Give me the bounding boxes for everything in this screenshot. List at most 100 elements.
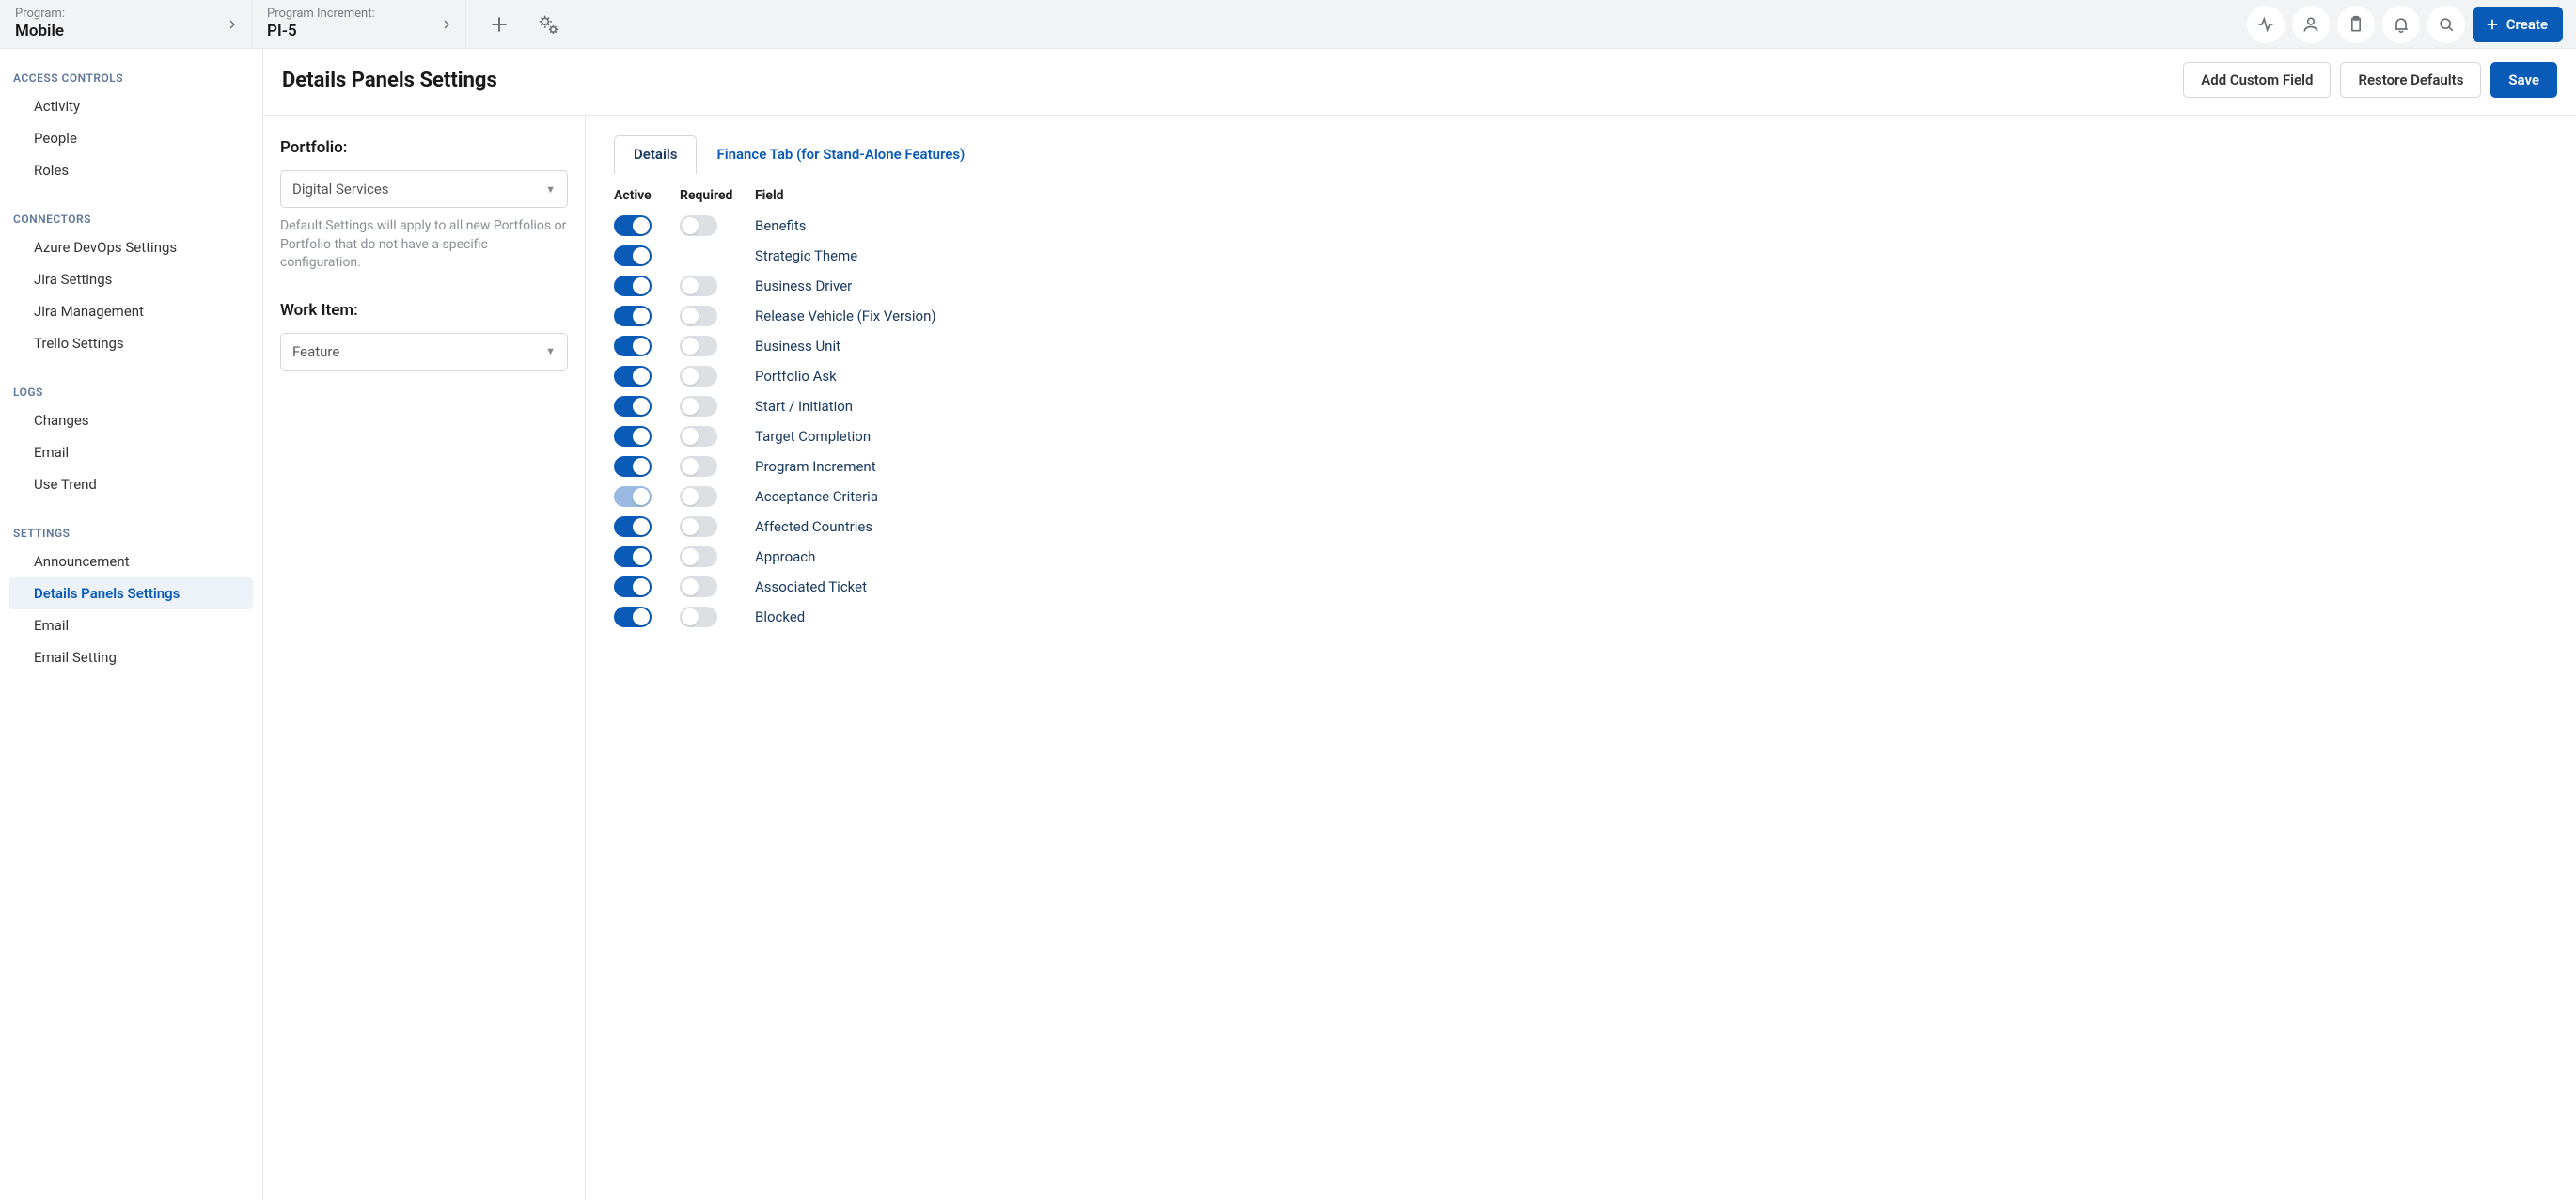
breadcrumb-program-value: Mobile — [15, 21, 65, 41]
breadcrumb-pi-value: PI-5 — [267, 21, 375, 41]
sidebar-item[interactable]: Email Setting — [9, 641, 253, 673]
toggle[interactable] — [680, 336, 717, 356]
field-name: Benefits — [755, 217, 2548, 234]
toggle[interactable] — [614, 607, 652, 627]
sidebar-item[interactable]: Trello Settings — [9, 327, 253, 359]
sidebar-item[interactable]: Changes — [9, 404, 253, 436]
toggle[interactable] — [614, 245, 652, 266]
workitem-select-value: Feature — [292, 343, 339, 360]
sidebar-group-title: CONNECTORS — [0, 203, 262, 231]
toggle[interactable] — [614, 366, 652, 387]
sidebar-item[interactable]: Announcement — [9, 545, 253, 577]
tab[interactable]: Finance Tab (for Stand-Alone Features) — [697, 135, 984, 174]
toggle[interactable] — [680, 576, 717, 597]
field-name: Associated Ticket — [755, 578, 2548, 595]
sidebar-item[interactable]: Azure DevOps Settings — [9, 231, 253, 263]
sidebar-item[interactable]: Jira Management — [9, 295, 253, 327]
field-name: Approach — [755, 548, 2548, 565]
field-row: Portfolio Ask — [614, 361, 2548, 391]
sidebar-item[interactable]: Roles — [9, 154, 253, 186]
breadcrumb-program[interactable]: Program: Mobile — [0, 0, 252, 48]
field-name: Affected Countries — [755, 518, 2548, 535]
toggle — [614, 486, 652, 507]
sidebar-item[interactable]: People — [9, 122, 253, 154]
portfolio-help-text: Default Settings will apply to all new P… — [280, 217, 568, 273]
tab[interactable]: Details — [614, 135, 697, 174]
create-button-label: Create — [2506, 16, 2548, 33]
toggle[interactable] — [614, 306, 652, 326]
breadcrumb-program-label: Program: — [15, 7, 65, 22]
field-header: Active Required Field — [614, 182, 2548, 211]
sidebar: ACCESS CONTROLSActivityPeopleRolesCONNEC… — [0, 49, 263, 1200]
field-row: Benefits — [614, 211, 2548, 241]
toggle[interactable] — [680, 546, 717, 567]
field-row: Start / Initiation — [614, 391, 2548, 421]
restore-defaults-button[interactable]: Restore Defaults — [2340, 62, 2481, 98]
toggle[interactable] — [614, 396, 652, 417]
field-row: Business Unit — [614, 331, 2548, 361]
column-header-required: Required — [680, 188, 755, 203]
caret-down-icon: ▼ — [545, 183, 556, 196]
toggle[interactable] — [614, 276, 652, 296]
portfolio-select-value: Digital Services — [292, 181, 389, 197]
toggle[interactable] — [614, 215, 652, 236]
toggle[interactable] — [680, 426, 717, 447]
toggle[interactable] — [680, 516, 717, 537]
sidebar-item[interactable]: Details Panels Settings — [9, 577, 253, 609]
breadcrumb-pi-label: Program Increment: — [267, 7, 375, 22]
field-rows: BenefitsStrategic ThemeBusiness DriverRe… — [614, 211, 2548, 632]
main: Details Panels Settings Add Custom Field… — [263, 49, 2576, 1200]
clipboard-icon[interactable] — [2337, 6, 2375, 43]
workitem-select[interactable]: Feature ▼ — [280, 333, 568, 371]
search-icon[interactable] — [2427, 6, 2465, 43]
toggle[interactable] — [680, 306, 717, 326]
field-row: Blocked — [614, 602, 2548, 632]
toggle[interactable] — [614, 456, 652, 477]
topbar-right: Create — [2247, 0, 2576, 48]
breadcrumb-pi[interactable]: Program Increment: PI-5 — [252, 0, 466, 48]
toggle[interactable] — [614, 576, 652, 597]
activity-icon[interactable] — [2247, 6, 2285, 43]
portfolio-label: Portfolio: — [280, 138, 568, 157]
sidebar-item[interactable]: Email — [9, 436, 253, 468]
sidebar-item[interactable]: Use Trend — [9, 468, 253, 500]
toggle[interactable] — [614, 336, 652, 356]
portfolio-select[interactable]: Digital Services ▼ — [280, 170, 568, 208]
save-button[interactable]: Save — [2490, 62, 2557, 98]
field-name: Acceptance Criteria — [755, 488, 2548, 505]
field-row: Strategic Theme — [614, 241, 2548, 271]
column-header-active: Active — [614, 188, 680, 203]
toggle[interactable] — [614, 546, 652, 567]
topbar: Program: Mobile Program Increment: PI-5 — [0, 0, 2576, 49]
chevron-right-icon — [439, 17, 454, 32]
sidebar-item[interactable]: Activity — [9, 90, 253, 122]
add-custom-field-button[interactable]: Add Custom Field — [2183, 62, 2331, 98]
sidebar-item[interactable]: Jira Settings — [9, 263, 253, 295]
plus-icon[interactable] — [485, 10, 513, 39]
toggle[interactable] — [680, 456, 717, 477]
caret-down-icon: ▼ — [545, 345, 556, 357]
field-row: Program Increment — [614, 451, 2548, 482]
user-icon[interactable] — [2292, 6, 2330, 43]
tabs: DetailsFinance Tab (for Stand-Alone Feat… — [614, 134, 2548, 173]
field-name: Business Unit — [755, 338, 2548, 355]
toggle[interactable] — [680, 276, 717, 296]
field-name: Blocked — [755, 608, 2548, 625]
toggle[interactable] — [614, 516, 652, 537]
toggle[interactable] — [680, 486, 717, 507]
page-title: Details Panels Settings — [282, 69, 497, 92]
create-button[interactable]: Create — [2473, 7, 2563, 42]
field-row: Approach — [614, 542, 2548, 572]
sidebar-item[interactable]: Email — [9, 609, 253, 641]
toggle[interactable] — [680, 396, 717, 417]
toggle[interactable] — [680, 607, 717, 627]
toggle[interactable] — [614, 426, 652, 447]
sidebar-group-title: LOGS — [0, 376, 262, 404]
bell-icon[interactable] — [2382, 6, 2420, 43]
field-name: Business Driver — [755, 277, 2548, 294]
field-row: Affected Countries — [614, 512, 2548, 542]
toggle[interactable] — [680, 366, 717, 387]
gears-icon[interactable] — [534, 10, 562, 39]
toggle[interactable] — [680, 215, 717, 236]
topbar-tool-icons — [466, 0, 562, 48]
